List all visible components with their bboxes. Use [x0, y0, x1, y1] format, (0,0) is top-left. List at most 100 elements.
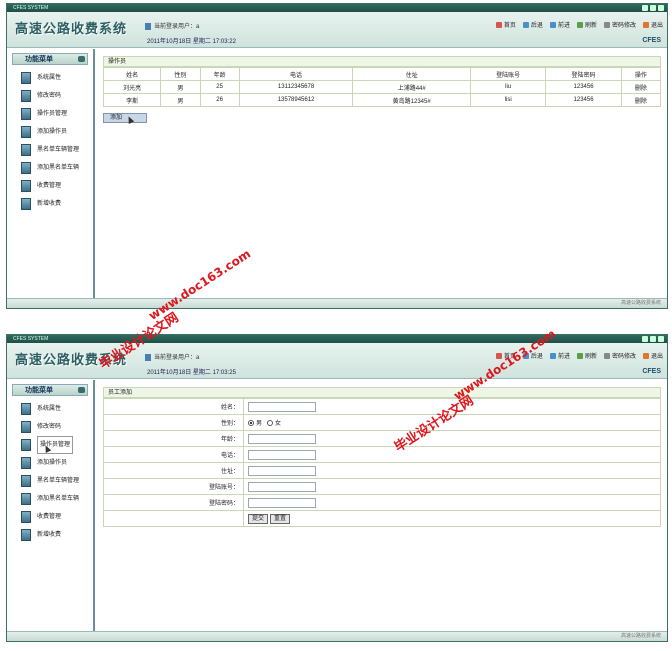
column-header: 性别 [160, 67, 201, 81]
form-row: 提交 重置 [103, 510, 661, 527]
sidebar-item-toll-management[interactable]: 收费管理 [21, 508, 93, 526]
sidebar-item-add-blacklist[interactable]: 添加黑名单车辆 [21, 490, 93, 508]
document-icon [21, 180, 31, 192]
sidebar-item-add-toll[interactable]: 新增收费 [21, 526, 93, 544]
back-button[interactable]: 后退 [522, 22, 543, 29]
cell-password: 123456 [545, 80, 622, 94]
column-header: 住址 [352, 67, 471, 81]
exit-button[interactable]: 退出 [642, 353, 663, 360]
sidebar-item-system-properties[interactable]: 系统属性 [21, 69, 93, 87]
document-icon [21, 493, 31, 505]
add-employee-window: CFES SYSTEM 高速公路收费系统 当前登录用户：a 2011年10月18… [6, 334, 668, 642]
forward-button[interactable]: 前进 [549, 353, 570, 360]
refresh-button[interactable]: 刷新 [576, 353, 597, 360]
current-date: 2011年10月18日 星期二 17:03:22 [147, 39, 236, 45]
document-icon [21, 144, 31, 156]
sidebar-item-operator-management[interactable]: 操作员管理 [21, 436, 93, 454]
gender-label: 性别： [103, 414, 244, 431]
exit-button[interactable]: 退出 [642, 22, 663, 29]
column-header: 电话 [238, 67, 354, 81]
column-header: 登陆密码 [545, 67, 622, 81]
form-row: 登陆密码： [103, 494, 661, 511]
document-icon [21, 457, 31, 469]
sidebar-item-blacklist-management[interactable]: 黑名单车辆管理 [21, 141, 93, 159]
sidebar-item-operator-management[interactable]: 操作员管理 [21, 105, 93, 123]
minimize-button[interactable] [642, 336, 648, 342]
gender-male-radio[interactable] [248, 420, 254, 427]
pencil-icon [603, 22, 610, 29]
collapse-icon[interactable] [78, 387, 85, 393]
document-icon [21, 511, 31, 523]
name-label: 姓名： [103, 398, 244, 415]
document-icon [21, 421, 31, 433]
close-button[interactable] [658, 336, 664, 342]
current-user-label: 当前登录用户：a [154, 355, 200, 361]
minimize-button[interactable] [642, 5, 648, 11]
sidebar-item-system-properties[interactable]: 系统属性 [21, 400, 93, 418]
menu-header[interactable]: 功能菜单 [12, 384, 88, 396]
submit-button[interactable]: 提交 [248, 513, 269, 524]
form-row: 住址： [103, 462, 661, 479]
sidebar-item-blacklist-management[interactable]: 黑名单车辆管理 [21, 472, 93, 490]
employee-form: 姓名： 性别： 男 女 年龄： 电话： 住址： 登陆账号： 登陆密码： 提交 重置 [103, 398, 661, 527]
collapse-icon[interactable] [78, 56, 85, 62]
gender-male-label: 男 [256, 421, 263, 427]
account-input[interactable] [248, 481, 316, 492]
menu-header[interactable]: 功能菜单 [12, 53, 88, 65]
delete-link[interactable]: 删除 [620, 93, 662, 107]
form-row: 登陆账号： [103, 478, 661, 495]
address-input[interactable] [248, 465, 316, 476]
sidebar-item-add-operator[interactable]: 添加操作员 [21, 454, 93, 472]
app-logo: 高速公路收费系统 [15, 22, 128, 37]
column-header: 操作 [620, 67, 662, 81]
refresh-icon [576, 353, 583, 360]
document-icon [21, 403, 31, 415]
change-password-button[interactable]: 密码修改 [603, 353, 636, 360]
current-user: 当前登录用户：a [145, 21, 199, 30]
gender-female-label: 女 [275, 421, 282, 427]
sidebar-item-change-password[interactable]: 修改密码 [21, 87, 93, 105]
panel-title: 员工添加 [103, 387, 661, 398]
name-input[interactable] [248, 401, 316, 412]
brand-label: CFES [642, 368, 661, 375]
sidebar-item-toll-management[interactable]: 收费管理 [21, 177, 93, 195]
phone-input[interactable] [248, 449, 316, 460]
table-row: 刘光亮 男 25 13112345678 上浦路44# liu 123456 删… [102, 80, 662, 94]
age-input[interactable] [248, 433, 316, 444]
change-password-button[interactable]: 密码修改 [603, 22, 636, 29]
delete-link[interactable]: 删除 [620, 80, 662, 94]
column-header: 姓名 [102, 67, 162, 81]
reset-button[interactable]: 重置 [270, 513, 291, 524]
maximize-button[interactable] [650, 5, 656, 11]
document-icon [21, 90, 31, 102]
cell-account: lisi [469, 93, 547, 107]
cell-gender: 男 [160, 93, 201, 107]
status-bar: 高速公路收费系统 [7, 298, 667, 308]
refresh-button[interactable]: 刷新 [576, 22, 597, 29]
gender-female-radio[interactable] [267, 420, 274, 427]
forward-button[interactable]: 前进 [549, 22, 570, 29]
password-label: 登陆密码： [103, 494, 244, 511]
forward-icon [549, 353, 556, 360]
address-label: 住址： [103, 462, 244, 479]
home-button[interactable]: 首页 [495, 22, 516, 29]
account-label: 登陆账号： [103, 478, 244, 495]
cell-age: 25 [199, 80, 240, 94]
refresh-icon [576, 22, 583, 29]
close-button[interactable] [658, 5, 664, 11]
sidebar-item-add-toll[interactable]: 新增收费 [21, 195, 93, 213]
user-doc-icon [145, 353, 151, 361]
sidebar-item-add-operator[interactable]: 添加操作员 [21, 123, 93, 141]
password-input[interactable] [248, 497, 316, 508]
table-header-row: 姓名 性别 年龄 电话 住址 登陆账号 登陆密码 操作 [102, 67, 662, 81]
maximize-button[interactable] [650, 336, 656, 342]
column-header: 年龄 [199, 67, 240, 81]
sidebar-item-add-blacklist[interactable]: 添加黑名单车辆 [21, 159, 93, 177]
cell-name: 李斯 [102, 93, 162, 107]
phone-label: 电话： [103, 446, 244, 463]
column-header: 登陆账号 [469, 67, 547, 81]
home-icon [495, 22, 502, 29]
sidebar-item-change-password[interactable]: 修改密码 [21, 418, 93, 436]
current-user: 当前登录用户：a [145, 352, 199, 361]
exit-icon [642, 22, 649, 29]
